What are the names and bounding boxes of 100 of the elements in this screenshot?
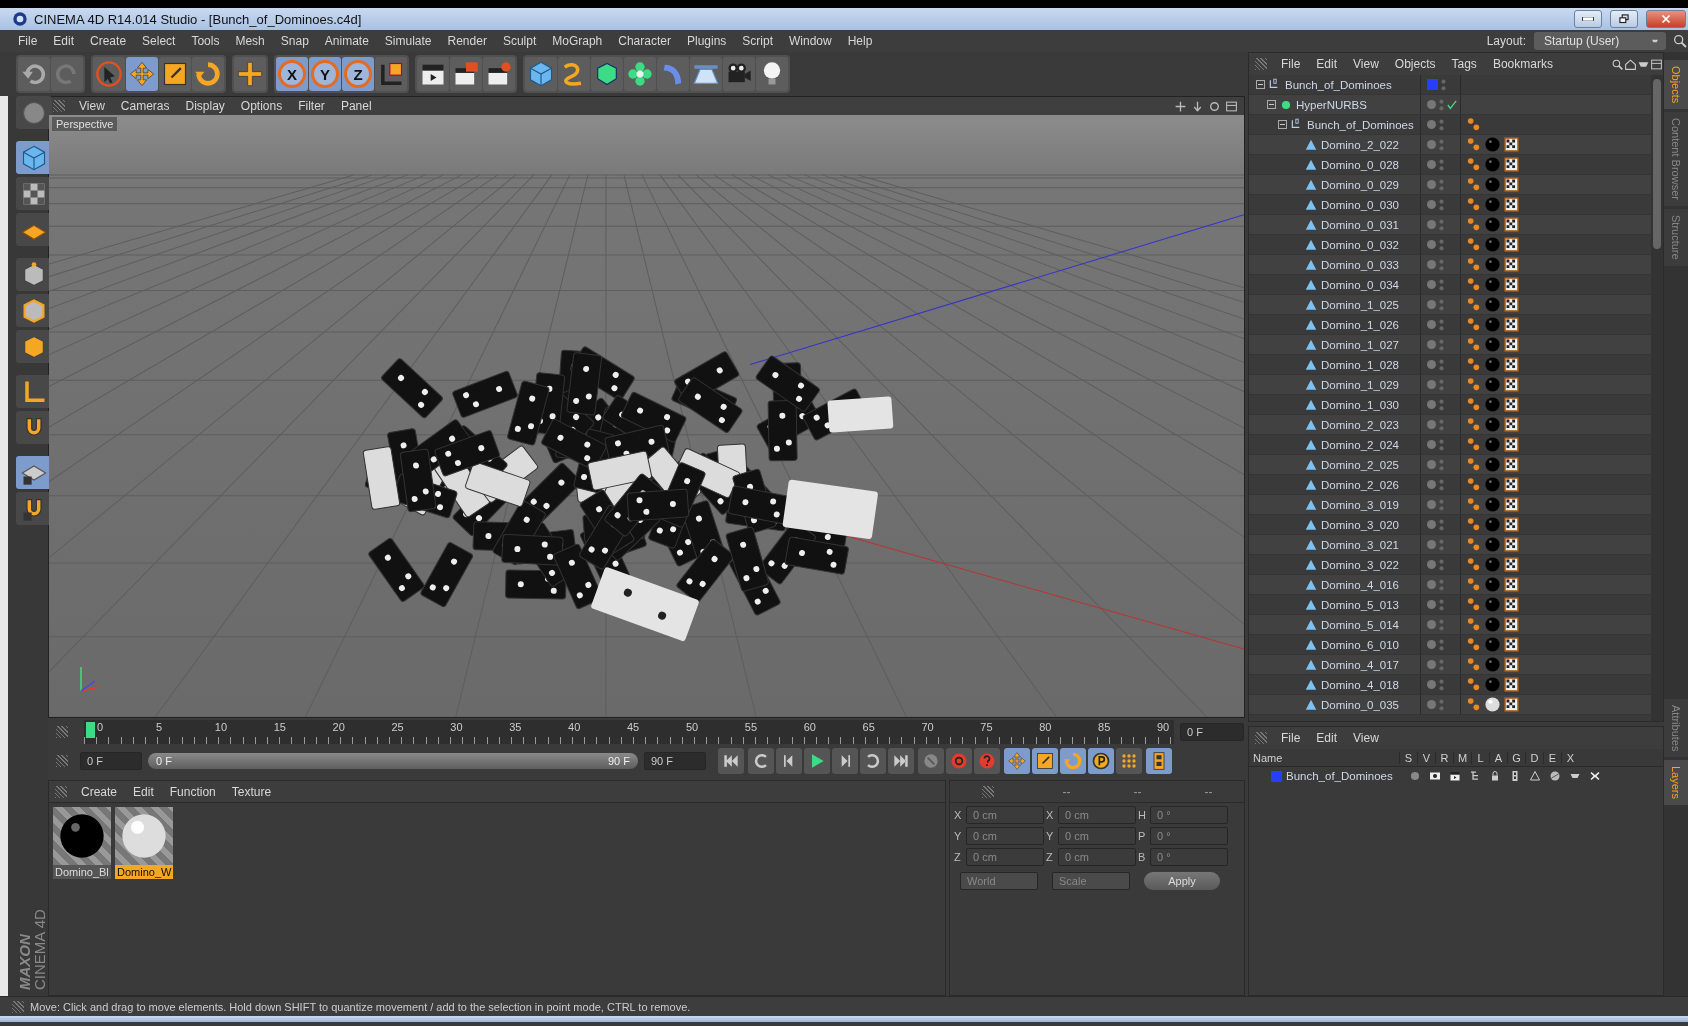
edges-button[interactable]: [16, 294, 52, 327]
render-dots-icon[interactable]: [1439, 258, 1444, 271]
visibility-dot[interactable]: [1427, 160, 1436, 169]
visibility-dot[interactable]: [1427, 340, 1436, 349]
menu-item[interactable]: Edit: [45, 34, 83, 48]
render-dots-icon[interactable]: [1439, 278, 1444, 291]
object-name[interactable]: Domino_2_022: [1321, 138, 1399, 151]
render-dots-icon[interactable]: [1439, 538, 1444, 551]
scale-button[interactable]: [159, 57, 191, 91]
scrollbar[interactable]: [1651, 75, 1663, 721]
object-name[interactable]: Domino_1_029: [1321, 378, 1399, 391]
to-start-button[interactable]: [718, 748, 744, 774]
object-name[interactable]: Bunch_of_Dominoes: [1285, 78, 1392, 91]
menu-item[interactable]: Cameras: [112, 99, 178, 113]
collapse-toggle[interactable]: [1267, 100, 1276, 109]
visibility-dot[interactable]: [1427, 540, 1436, 549]
grid-button[interactable]: [16, 213, 52, 246]
dots-button[interactable]: [1116, 748, 1142, 774]
menu-item[interactable]: Objects: [1386, 57, 1444, 71]
visibility-dot[interactable]: [1427, 440, 1436, 449]
checkmark-icon[interactable]: [1447, 99, 1457, 110]
menu-item[interactable]: Bookmarks: [1484, 57, 1561, 71]
render-dots-icon[interactable]: [1439, 358, 1444, 371]
menu-item[interactable]: File: [10, 34, 46, 48]
object-name[interactable]: Bunch_of_Dominoes: [1307, 118, 1414, 131]
coord-button[interactable]: [375, 57, 407, 91]
move-button[interactable]: [1004, 748, 1030, 774]
material-name[interactable]: Domino_Bl: [53, 865, 111, 879]
menu-item[interactable]: Simulate: [376, 34, 440, 48]
spline-button[interactable]: [558, 57, 590, 91]
film-button[interactable]: [1146, 748, 1172, 774]
visibility-dot[interactable]: [1427, 280, 1436, 289]
polygons-button[interactable]: [16, 330, 52, 363]
object-name[interactable]: Domino_1_025: [1321, 298, 1399, 311]
render-dots-icon[interactable]: [1439, 438, 1444, 451]
visibility-dot[interactable]: [1427, 300, 1436, 309]
sphere-icon[interactable]: [1548, 770, 1562, 782]
cursor-button[interactable]: [93, 57, 125, 91]
visibility-dot[interactable]: [1427, 100, 1436, 109]
timeline-ruler[interactable]: 0 5 10 15 20 25 30 35 40 45 50 55 60 65 70 75 80 85 90: [84, 720, 1174, 744]
render-dots-icon[interactable]: [1439, 198, 1444, 211]
menu-item[interactable]: MoGraph: [544, 34, 611, 48]
render-dots-icon[interactable]: [1439, 338, 1444, 351]
object-name[interactable]: Domino_3_021: [1321, 538, 1399, 551]
menu-item[interactable]: Tools: [183, 34, 228, 48]
object-name[interactable]: Domino_0_032: [1321, 238, 1399, 251]
object-name[interactable]: Domino_0_034: [1321, 278, 1399, 291]
visibility-dot[interactable]: [1427, 360, 1436, 369]
magnet-lock-button[interactable]: [16, 492, 52, 525]
visibility-dot[interactable]: [1427, 220, 1436, 229]
visibility-dot[interactable]: [1427, 380, 1436, 389]
object-name[interactable]: Domino_0_030: [1321, 198, 1399, 211]
param-button[interactable]: [1088, 748, 1114, 774]
menu-item[interactable]: Options: [232, 99, 291, 113]
nurbs-cube-button[interactable]: [591, 57, 623, 91]
bulb-button[interactable]: [756, 57, 788, 91]
menu-item[interactable]: Animate: [316, 34, 377, 48]
restore-button[interactable]: [1610, 10, 1638, 28]
visibility-dot[interactable]: [1427, 180, 1436, 189]
object-name[interactable]: Domino_2_025: [1321, 458, 1399, 471]
minimize-button[interactable]: [1574, 10, 1602, 28]
magnet-button[interactable]: [16, 411, 52, 444]
render-dots-icon[interactable]: [1439, 118, 1444, 131]
cube-button[interactable]: [525, 57, 557, 91]
material-thumbnail[interactable]: [53, 807, 111, 865]
visibility-dot[interactable]: [1427, 580, 1436, 589]
menu-item[interactable]: Filter: [290, 99, 333, 113]
visibility-dot[interactable]: [1427, 520, 1436, 529]
visibility-dot[interactable]: [1427, 480, 1436, 489]
play-button[interactable]: [804, 748, 830, 774]
visibility-dot[interactable]: [1427, 140, 1436, 149]
menu-item[interactable]: Window: [781, 34, 840, 48]
render-dots-icon[interactable]: [1439, 558, 1444, 571]
object-name[interactable]: Domino_4_017: [1321, 658, 1399, 671]
record-button[interactable]: [946, 748, 972, 774]
visibility-dot[interactable]: [1427, 400, 1436, 409]
visibility-dot[interactable]: [1427, 660, 1436, 669]
render-dots-icon[interactable]: [1439, 618, 1444, 631]
axis-lock-button[interactable]: X: [276, 57, 308, 91]
side-tab[interactable]: Layers: [1664, 760, 1688, 806]
render-dots-icon[interactable]: [1439, 678, 1444, 691]
object-name[interactable]: Domino_1_027: [1321, 338, 1399, 351]
collapse-toggle[interactable]: [1256, 80, 1265, 89]
checker-button[interactable]: [16, 177, 52, 210]
menu-item[interactable]: Create: [73, 784, 126, 799]
close-button[interactable]: [1646, 10, 1686, 28]
object-name[interactable]: Domino_6_010: [1321, 638, 1399, 651]
render-dots-icon[interactable]: [1439, 378, 1444, 391]
object-name[interactable]: Domino_4_016: [1321, 578, 1399, 591]
grip-handle[interactable]: [53, 100, 65, 112]
render-dots-icon[interactable]: [1439, 518, 1444, 531]
visibility-dot[interactable]: [1427, 500, 1436, 509]
object-name[interactable]: Domino_1_028: [1321, 358, 1399, 371]
visibility-dot[interactable]: [1427, 240, 1436, 249]
side-tab[interactable]: Objects: [1664, 60, 1688, 110]
object-name[interactable]: HyperNURBS: [1296, 98, 1367, 111]
render-dots-icon[interactable]: [1439, 578, 1444, 591]
object-name[interactable]: Domino_0_028: [1321, 158, 1399, 171]
start-frame-field[interactable]: 0 F: [80, 752, 142, 770]
object-name[interactable]: Domino_3_022: [1321, 558, 1399, 571]
